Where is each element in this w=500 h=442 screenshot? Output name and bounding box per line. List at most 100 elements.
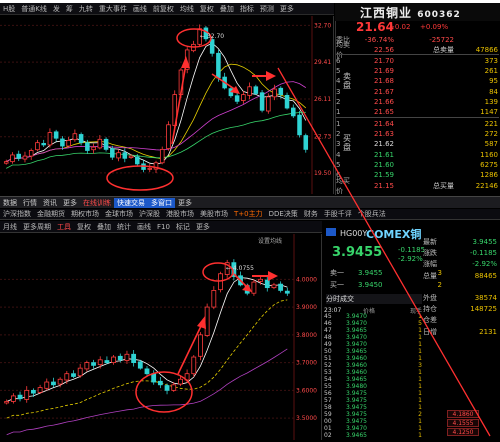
comex-stat-row: 总量 88465 [423,271,500,281]
sell-row-5-v3: 261 [484,67,498,76]
menu-item[interactable]: 数据 [0,198,20,208]
market-tab-item[interactable]: 沪深股 [136,209,163,219]
candle-body [166,124,171,150]
candle-body [66,140,71,147]
market-tab-item[interactable]: 沪深指数 [0,209,34,219]
market-tab-item[interactable]: 手股千评 [321,209,355,219]
market-tab-item[interactable]: 金融期货 [34,209,68,219]
comex-stat-value: 3.9455 [472,238,498,246]
top-toolbar-item[interactable]: 预测 [257,4,277,14]
ma-line [6,348,288,436]
stock-change: +0.02 [389,23,411,31]
candle-body [10,395,16,402]
menu-item[interactable]: 快速交易 [114,197,148,208]
candle-body [135,156,140,165]
chart-tool-item[interactable]: 更多 [193,222,213,232]
buy-row-2-v1: 21.63 [373,130,394,139]
top-toolbar-item[interactable]: 指标 [237,4,257,14]
low-circle-annotation-2 [135,371,193,413]
comex-stat-label: 最新 [423,238,437,246]
candle-body [131,353,137,363]
comex-kline-svg[interactable]: 4.0000 3.9000 3.8000 3.7000 3.6000 3.5000 设置均线… [0,234,322,440]
candle-body [44,381,50,389]
buy-row-1: 1 21.64 221 [336,119,499,129]
chart-tool-item[interactable]: 叠加 [94,222,114,232]
chart-tool-item[interactable]: 月线 [0,222,20,232]
chart-tool-item[interactable]: 复权 [74,222,94,232]
top-toolbar-item[interactable]: 画线 [130,4,150,14]
menu-item[interactable]: 在线训练 [80,198,114,208]
y-tick-label: 3.5000 [296,415,317,422]
candle-body [51,381,56,386]
chart-tool-item[interactable]: 统计 [114,222,134,232]
candle-body [60,138,65,147]
comex-name: COMEX铜 [366,228,422,241]
candle-body [97,138,103,149]
market-tab-item[interactable]: 期权市场 [68,209,102,219]
chart-tool-item[interactable]: 画线 [134,222,154,232]
sell-row-2-label: 2 [336,97,341,106]
market-tab-item[interactable]: 金球市场 [102,209,136,219]
candle-body [241,94,246,101]
top-toolbar-item[interactable]: 更多 [277,4,297,14]
top-toolbar-item[interactable]: 发 [50,4,63,14]
buy-row-1-v1: 21.64 [373,120,394,128]
menu-item[interactable]: 更多 [175,198,195,208]
candle-body [216,52,221,79]
stock-kline-chart[interactable]: 32.70 29.41 26.11 22.73 19.50 ← 32.70 [0,16,334,194]
sell-row-6-v1: 21.70 [373,57,394,65]
chart-tool-item[interactable]: 工具 [54,222,74,232]
menu-item[interactable]: 多窗口 [148,197,175,208]
stock-kline-svg[interactable]: 32.70 29.41 26.11 22.73 19.50 ← 32.70 [0,16,334,194]
market-tab-item[interactable]: 个股兵法 [355,209,389,219]
y-tick-label: 19.50 [314,170,331,177]
avg-sell-row-v1: 22.56 [373,46,394,54]
buy1-price: 3.9450 [358,281,383,289]
candle-body [258,278,263,282]
chart-tool-item[interactable]: 更多周期 [20,222,54,232]
flat-arrow-head [266,71,276,81]
menu-item[interactable]: 更多 [60,198,80,208]
comex-stat-label: 日增 [423,327,437,336]
candle-body [111,356,116,363]
market-tab-item[interactable]: 财务 [301,209,321,219]
sell-row-1-label: 1 [336,108,341,116]
candle-body [171,384,177,391]
market-tab-item[interactable]: 美股市场 [197,209,231,219]
top-toolbar-item[interactable]: 前复权 [150,4,177,14]
comex-kline-chart[interactable]: 4.0000 3.9000 3.8000 3.7000 3.6000 3.5000 设置均线… [0,234,322,440]
sell-row-6-label: 6 [336,57,341,65]
candle-body [264,279,270,289]
avg-buy-row-v1: 21.15 [373,182,394,190]
comex-stat-row: 最新 3.9455 [423,237,500,247]
comex-stat-value: 88465 [474,271,497,280]
menu-item[interactable]: 资讯 [40,198,60,208]
candle-body [71,373,76,377]
sell-row-2-v1: 21.66 [373,97,394,106]
buy-row-3: 3 21.62 587 [336,139,499,149]
sell-row-5: 5 21.69 261 [336,66,499,76]
candle-body [284,290,290,294]
top-toolbar-item[interactable]: 筹 [63,4,76,14]
market-tab-item[interactable]: 港股市场 [163,209,197,219]
candle-body [297,114,302,136]
candle-body [178,378,183,385]
menu-item[interactable]: 行情 [20,198,40,208]
chart-tool-item[interactable]: 标记 [173,222,193,232]
top-toolbar-item[interactable]: 复权 [197,4,217,14]
candle-body [137,361,143,369]
top-toolbar-item[interactable]: 叠加 [217,4,237,14]
top-toolbar-item[interactable]: 重大事件 [96,4,130,14]
market-tab-item[interactable]: T+0主力 [231,209,266,219]
top-toolbar-item[interactable]: H股 [0,4,18,14]
sell-side-label: 卖盘 [343,72,351,90]
market-tab-item[interactable]: DDE决策 [266,209,301,219]
y-tick-label: 22.73 [314,134,331,141]
settings-ma-label[interactable]: 设置均线 [258,237,282,245]
top-toolbar-item[interactable]: 均线 [177,4,197,14]
chart-tool-item[interactable]: F10 [154,223,173,231]
stock-pct: +0.09% [420,23,449,31]
top-toolbar-item[interactable]: 普通K线 [18,4,50,14]
candle-body [209,39,215,54]
top-toolbar-item[interactable]: 九转 [76,4,96,14]
